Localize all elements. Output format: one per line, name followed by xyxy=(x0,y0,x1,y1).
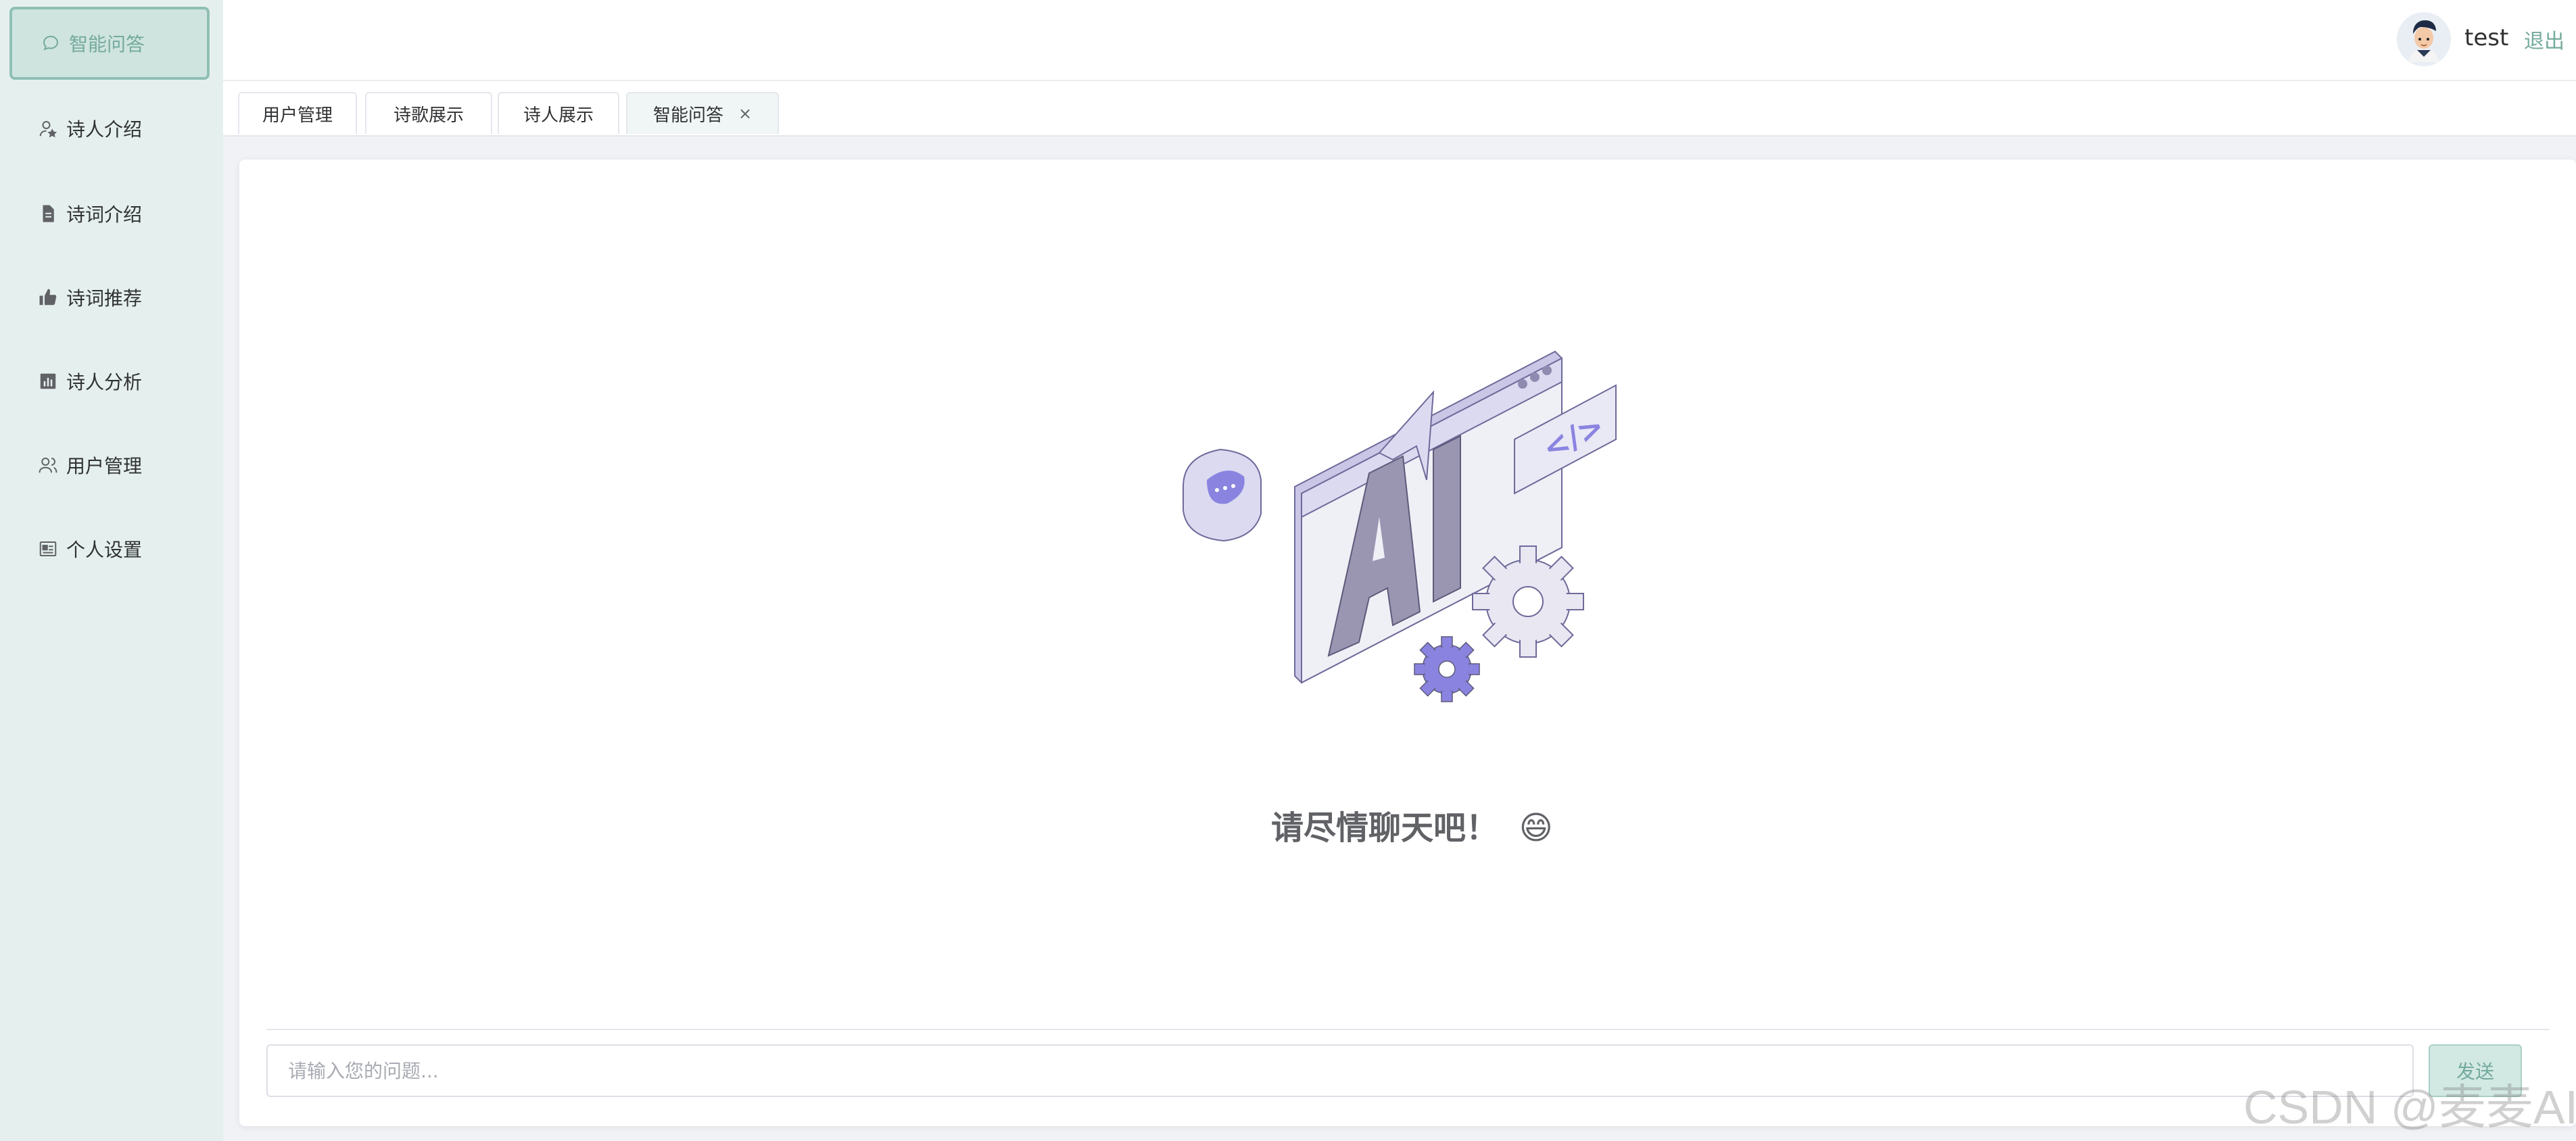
sidebar-item-label: 诗人介绍 xyxy=(66,118,143,141)
sidebar-item-poet-analysis[interactable]: 诗人分析 xyxy=(9,345,210,418)
sidebar-item-smart-qa[interactable]: 智能问答 xyxy=(9,7,210,80)
thumbs-up-icon xyxy=(37,286,59,309)
tab-poet-display[interactable]: 诗人展示 xyxy=(498,92,619,134)
username: test xyxy=(2464,24,2509,51)
bar-chart-icon xyxy=(37,370,59,393)
welcome-message: 请尽情聊天吧！ 😄 xyxy=(1271,801,1553,848)
sidebar-item-label: 诗词介绍 xyxy=(66,203,143,226)
sidebar-item-user-management[interactable]: 用户管理 xyxy=(9,429,210,502)
welcome-text: 请尽情聊天吧！ xyxy=(1271,809,1499,847)
tab-label: 用户管理 xyxy=(262,105,333,126)
tab-user-management[interactable]: 用户管理 xyxy=(238,92,357,134)
close-icon[interactable]: × xyxy=(738,104,752,123)
sidebar-item-label: 智能问答 xyxy=(69,33,145,55)
tabs-bar: 用户管理 诗歌展示 诗人展示 智能问答 × xyxy=(223,81,2576,137)
sidebar-item-poem-recommend[interactable]: 诗词推荐 xyxy=(9,261,210,334)
sidebar-item-label: 诗词推荐 xyxy=(66,287,143,310)
sidebar-item-label: 用户管理 xyxy=(66,455,143,477)
watermark: CSDN @麦麦AI xyxy=(2243,1081,2576,1134)
user-star-icon xyxy=(37,117,59,140)
users-icon xyxy=(37,454,59,477)
logout-link[interactable]: 退出 xyxy=(2524,24,2565,54)
chat-bubble-icon xyxy=(39,32,62,55)
smile-emoji-icon: 😄 xyxy=(1519,809,1553,847)
avatar[interactable] xyxy=(2397,12,2451,66)
sidebar-item-poem-intro[interactable]: 诗词介绍 xyxy=(9,177,210,250)
tab-label: 诗人展示 xyxy=(523,105,594,126)
tab-label: 智能问答 xyxy=(652,105,723,126)
ai-illustration: </> xyxy=(1183,350,1617,702)
question-input[interactable] xyxy=(266,1044,2414,1097)
sidebar-item-label: 个人设置 xyxy=(66,539,143,561)
input-divider xyxy=(266,1029,2549,1030)
profile-card-icon xyxy=(37,537,59,560)
sidebar-item-personal-settings[interactable]: 个人设置 xyxy=(9,512,210,585)
sidebar-item-label: 诗人分析 xyxy=(66,371,143,393)
tab-smart-qa[interactable]: 智能问答 × xyxy=(626,92,779,134)
tab-poem-display[interactable]: 诗歌展示 xyxy=(365,92,492,134)
document-icon xyxy=(37,202,59,225)
tab-label: 诗歌展示 xyxy=(393,105,464,126)
top-header xyxy=(223,0,2576,81)
sidebar: 智能问答 诗人介绍 诗词介绍 诗词推荐 诗人分析 用户管理 个人设置 xyxy=(0,0,223,1141)
sidebar-item-poet-intro[interactable]: 诗人介绍 xyxy=(9,92,210,165)
